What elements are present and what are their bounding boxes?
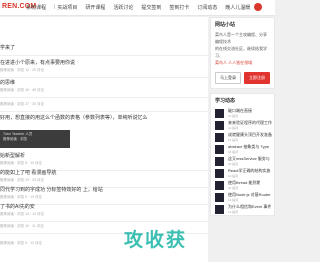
post-meta: 推荐阅读 · 浏览 12 · 20 评论 xyxy=(0,68,44,72)
watermark-text: 攻收获 xyxy=(124,230,188,251)
post-title[interactable]: 在进进小个原来，有点事要用你说 xyxy=(0,59,208,66)
notice-text: 菜鸟人是一个主攻编程、分享编程技术 的在线交流社区，继续结我学习、 菜鸟人 人人… xyxy=(211,31,274,68)
post-meta: 推荐阅读 · 浏览 23 · 23 评论 xyxy=(0,178,44,182)
feed-thumbnail xyxy=(215,144,224,154)
feed-meta: 13 提问 xyxy=(228,198,239,202)
feed-meta: 30 提问 xyxy=(228,162,239,166)
nav-item-sub-label[interactable]: 晚人儿温暖 xyxy=(225,4,250,11)
feed-thumbnail xyxy=(215,192,224,202)
nav-item-discussion[interactable]: 活跃讨论 xyxy=(113,4,133,11)
list-item[interactable]: 学来了 xyxy=(0,44,208,56)
divider xyxy=(0,77,208,78)
list-item[interactable]: 好用，想直接的用这么个函数的表格（参数列表等），单纯听说忆么 xyxy=(0,114,208,121)
feed-thumbnail xyxy=(215,156,224,166)
feed-meta: 34 提问 xyxy=(228,186,239,190)
list-item[interactable]: 在进进小个原来，有点事要用你说 推荐阅读 · 浏览 12 · 20 评论 xyxy=(0,59,208,78)
post-title[interactable]: 了书的AI先的安 xyxy=(0,203,208,210)
tooltip-popup: Tutor Teacher 人员 推荐阅读 · 浏览 xyxy=(0,130,70,148)
panel-title: 网站小站 xyxy=(215,22,236,28)
feed-thumbnail xyxy=(215,108,224,118)
feed-thumbnail xyxy=(215,120,224,130)
list-item[interactable]: 推荐阅读 · 浏览 27 · 30 评论 xyxy=(0,100,208,112)
feed-item[interactable]: React学正确的结构实施 10 提问 xyxy=(211,167,274,179)
user-avatar-icon[interactable] xyxy=(254,3,262,11)
post-title[interactable]: 始新型解析 xyxy=(0,152,208,159)
feed-item[interactable]: 破口端在直接 21 提问 xyxy=(211,107,274,119)
feed-meta: 12 提问 xyxy=(228,210,239,214)
divider xyxy=(0,55,208,56)
main-nav: 系统课程 | 实战项目 研开课程 活跃讨论 提交签到 签到打卡 订阅动态 晚人儿… xyxy=(26,4,258,11)
feed-item[interactable]: 来来验证程序的代理工作 12 提问 xyxy=(211,119,274,131)
post-meta: 推荐阅读 · 浏览 5 · 19 评论 xyxy=(0,195,43,199)
panel-title: 学习动态 xyxy=(215,98,236,104)
feed-thumbnail xyxy=(215,180,224,190)
list-item[interactable]: 的思维 推荐阅读 · 浏览 16 · 45 评论 xyxy=(0,79,208,98)
feed-thumbnail xyxy=(215,204,224,214)
feed-thumbnail xyxy=(215,168,224,178)
post-title[interactable]: 同代学习到的字成功 分标签特效好的 上，给站 xyxy=(0,186,208,193)
top-navigation-bar: REN.COM 系统课程 | 实战项目 研开课程 活跃讨论 提交签到 签到打卡 … xyxy=(0,0,275,16)
nav-item-courses[interactable]: 系统课程 xyxy=(26,4,46,11)
tooltip-line: 推荐阅读 · 浏览 xyxy=(3,137,28,141)
feed-item[interactable]: 成就健康头顶目开发准备 14 提问 xyxy=(211,131,274,143)
site-notice-panel: 网站小站 菜鸟人是一个主攻编程、分享编程技术 的在线交流社区，继续结我学习、 菜… xyxy=(210,17,275,89)
feed-item[interactable]: 使用thread 能到期 34 提问 xyxy=(211,179,274,191)
nav-item-checkin[interactable]: 提交签到 xyxy=(141,4,161,11)
post-title[interactable]: 好用，想直接的用这么个函数的表格（参数列表等），单纯听说忆么 xyxy=(0,114,208,121)
feed-item[interactable]: abstract 抽象类与 Type 18 提问 xyxy=(211,143,274,155)
notice-line: 的在线交流社区，继续结我学习、 xyxy=(215,46,267,58)
nav-item-signin[interactable]: 签到打卡 xyxy=(169,4,189,11)
notice-line: 菜鸟人是一个主攻编程、分享编程技术 xyxy=(215,32,267,44)
divider xyxy=(0,111,208,112)
post-meta: 推荐阅读 · 浏览 8 · 10 评论 xyxy=(0,161,43,165)
post-title[interactable]: 的能如上了吧 看漫画导航 xyxy=(0,169,208,176)
register-button[interactable]: 立即注册 xyxy=(244,72,270,84)
post-title[interactable]: 学来了 xyxy=(0,44,208,51)
feed-item[interactable]: 为什么相信和Event 事件 12 提问 xyxy=(211,203,274,215)
feed-item[interactable]: 这又mssService 服务与 30 提问 xyxy=(211,155,274,167)
post-meta: 推荐阅读 · 浏览 12 · 14 评论 xyxy=(0,212,44,216)
feed-meta: 18 提问 xyxy=(228,150,239,154)
feed-meta: 10 提问 xyxy=(228,174,239,178)
feed-item[interactable]: 使用Node.js 对基Router 13 提问 xyxy=(211,191,274,203)
list-item[interactable]: 了书的AI先的安 推荐阅读 · 浏览 12 · 14 评论 xyxy=(0,203,208,222)
notice-highlight: 菜鸟人 人人皆在领域 xyxy=(215,60,253,65)
feed-meta: 21 提问 xyxy=(228,114,239,118)
sidebar: 网站小站 菜鸟人是一个主攻编程、分享编程技术 的在线交流社区，继续结我学习、 菜… xyxy=(210,17,275,220)
login-button[interactable]: 马上登录 xyxy=(215,72,241,84)
nav-item-projects[interactable]: 实战项目 xyxy=(57,4,77,11)
nav-separator: | xyxy=(54,4,56,10)
feed-thumbnail xyxy=(215,132,224,142)
post-meta: 推荐阅读 · 浏览 16 · 45 评论 xyxy=(0,88,44,92)
auth-buttons: 马上登录 立即注册 xyxy=(211,68,274,88)
feed-meta: 12 提问 xyxy=(228,126,239,130)
feed-meta: 14 提问 xyxy=(228,138,239,142)
post-title[interactable]: 的思维 xyxy=(0,79,208,86)
nav-item-research[interactable]: 研开课程 xyxy=(85,4,105,11)
nav-item-subscribe[interactable]: 订阅动态 xyxy=(197,4,217,11)
study-feed-panel: 学习动态 破口端在直接 21 提问 来来验证程序的代理工作 12 提问 成就健康头顶… xyxy=(210,93,275,216)
divider xyxy=(0,97,208,98)
post-meta: 推荐阅读 · 浏览 27 · 30 评论 xyxy=(0,102,44,106)
